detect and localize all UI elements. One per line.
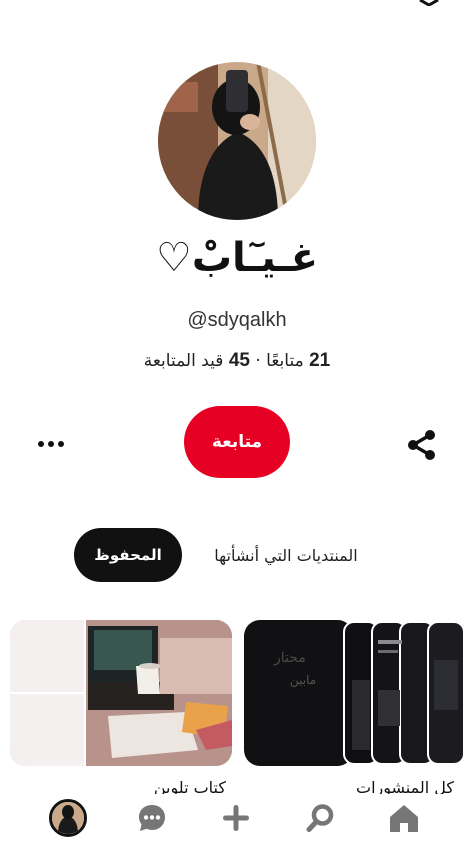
more-options-button[interactable] bbox=[34, 430, 68, 458]
tab-created-boards[interactable]: المنتديات التي أنشأتها bbox=[188, 538, 384, 572]
messages-icon bbox=[139, 805, 165, 831]
bottom-navigation bbox=[0, 794, 474, 842]
nav-messages[interactable] bbox=[130, 796, 174, 840]
profile-avatar bbox=[158, 62, 316, 220]
profile-avatar-mini bbox=[49, 799, 87, 837]
svg-text:محتار: محتار bbox=[273, 650, 306, 666]
follow-stats: 21 متابعًا · 45 قيد المتابعة bbox=[0, 348, 474, 374]
following-count: 45 bbox=[228, 350, 250, 371]
more-horizontal-icon bbox=[38, 441, 44, 447]
top-bar-icon-fragment bbox=[419, 0, 439, 6]
username: @sdyqalkh bbox=[187, 309, 287, 331]
following-label[interactable]: قيد المتابعة bbox=[144, 351, 224, 371]
share-icon bbox=[408, 430, 435, 460]
nav-profile[interactable] bbox=[46, 796, 90, 840]
nav-create[interactable] bbox=[214, 796, 258, 840]
board-cover-coloring-book[interactable] bbox=[10, 620, 232, 766]
nav-home[interactable] bbox=[382, 796, 426, 840]
svg-text:مابين: مابين bbox=[290, 673, 316, 688]
stats-separator: · bbox=[255, 351, 261, 371]
more-dot bbox=[48, 441, 54, 447]
search-icon bbox=[306, 804, 334, 832]
followers-label[interactable]: متابعًا bbox=[266, 351, 304, 371]
nav-search[interactable] bbox=[298, 796, 342, 840]
more-dot bbox=[58, 441, 64, 447]
share-button[interactable] bbox=[404, 428, 440, 462]
followers-count: 21 bbox=[309, 350, 331, 371]
follow-button[interactable]: متابعة bbox=[184, 406, 290, 478]
create-icon bbox=[223, 805, 249, 831]
tab-saved[interactable]: المحفوظ bbox=[74, 528, 182, 582]
board-cover-all-posts[interactable]: محتار مابين bbox=[244, 620, 466, 766]
display-name: غـيـٓابْ♡ bbox=[155, 235, 319, 281]
home-icon bbox=[390, 805, 418, 832]
